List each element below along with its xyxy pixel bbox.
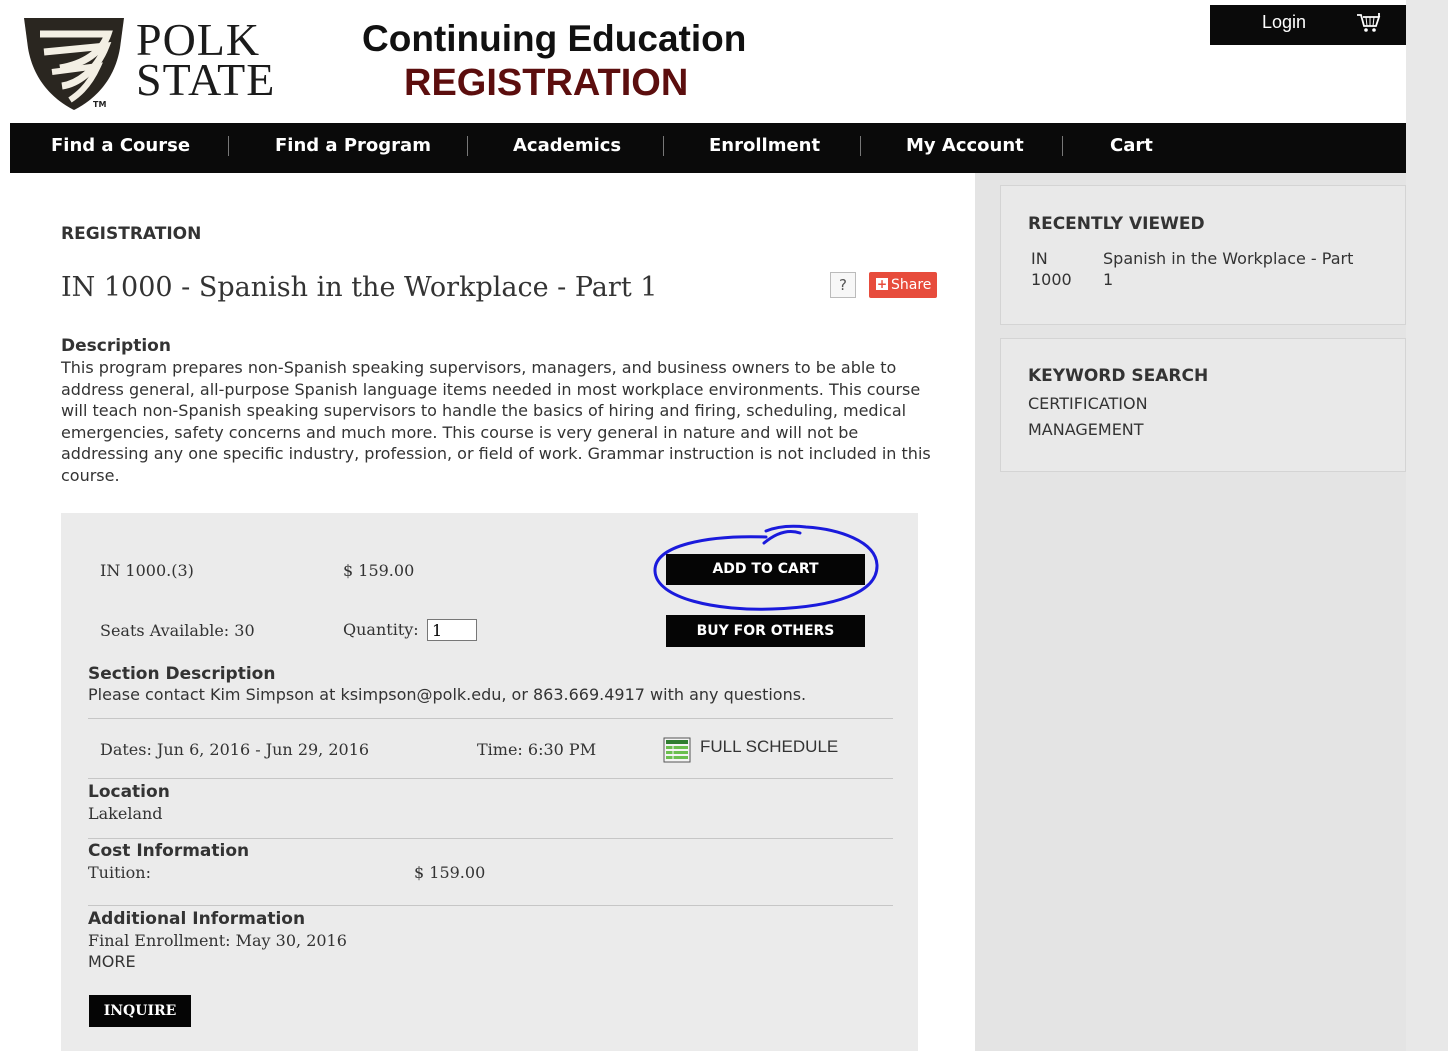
spreadsheet-icon[interactable] xyxy=(663,737,691,763)
divider xyxy=(88,838,893,839)
location-heading: Location xyxy=(88,782,170,802)
shopping-cart-icon[interactable] xyxy=(1356,12,1382,34)
nav-find-a-course[interactable]: Find a Course xyxy=(51,135,190,156)
quantity-input[interactable] xyxy=(427,619,477,641)
section-description-heading: Section Description xyxy=(88,664,276,684)
nav-academics[interactable]: Academics xyxy=(513,135,621,156)
keyword-link-management[interactable]: MANAGEMENT xyxy=(1028,420,1144,439)
share-label: Share xyxy=(891,277,932,293)
recent-item-title[interactable]: Spanish in the Workplace - Part 1 xyxy=(1103,248,1353,290)
divider xyxy=(88,905,893,906)
hand-drawn-circle-annotation xyxy=(648,515,884,615)
additional-information-heading: Additional Information xyxy=(88,909,306,929)
recent-item-title-line-2: 1 xyxy=(1103,270,1114,289)
site-subtitle: REGISTRATION xyxy=(404,62,689,104)
polk-state-logo-mark[interactable] xyxy=(22,14,126,112)
recent-item-code-line-1: IN xyxy=(1031,249,1048,268)
nav-cart[interactable]: Cart xyxy=(1110,135,1153,156)
more-link[interactable]: MORE xyxy=(88,952,136,971)
section-price: $ 159.00 xyxy=(343,561,415,580)
inquire-button[interactable]: INQUIRE xyxy=(89,995,191,1027)
nav-enrollment[interactable]: Enrollment xyxy=(709,135,820,156)
description-text: This program prepares non-Spanish speaki… xyxy=(61,358,931,485)
buy-for-others-button[interactable]: BUY FOR OTHERS xyxy=(666,615,865,647)
site-title: Continuing Education xyxy=(362,18,747,59)
registration-heading: REGISTRATION xyxy=(61,224,202,244)
final-enrollment-date: Final Enrollment: May 30, 2016 xyxy=(88,931,347,950)
nav-my-account[interactable]: My Account xyxy=(906,135,1024,156)
logo-trademark: TM xyxy=(93,100,107,109)
full-schedule-link[interactable]: FULL SCHEDULE xyxy=(700,737,838,757)
location-value: Lakeland xyxy=(88,804,163,823)
recently-viewed-heading: RECENTLY VIEWED xyxy=(1028,214,1205,234)
tuition-value: $ 159.00 xyxy=(414,863,486,882)
section-description-text: Please contact Kim Simpson at ksimpson@p… xyxy=(88,685,807,704)
divider xyxy=(88,718,893,719)
logo-wordmark: POLK STATE xyxy=(136,17,276,105)
nav-separator xyxy=(1062,136,1063,156)
recent-item-title-line-1: Spanish in the Workplace - Part xyxy=(1103,249,1354,268)
page-right-margin xyxy=(1406,0,1448,1051)
share-plus-icon: + xyxy=(876,277,888,291)
course-title: IN 1000 - Spanish in the Workplace - Par… xyxy=(61,272,658,303)
help-button[interactable]: ? xyxy=(830,272,856,298)
cost-information-heading: Cost Information xyxy=(88,841,250,861)
keyword-link-certification[interactable]: CERTIFICATION xyxy=(1028,394,1148,413)
nav-separator xyxy=(467,136,468,156)
section-dates: Dates: Jun 6, 2016 - Jun 29, 2016 xyxy=(100,740,370,759)
divider xyxy=(88,778,893,779)
seats-available: Seats Available: 30 xyxy=(100,621,255,640)
nav-separator xyxy=(860,136,861,156)
nav-find-a-program[interactable]: Find a Program xyxy=(275,135,431,156)
recent-item-code[interactable]: IN 1000 xyxy=(1031,248,1072,290)
login-link[interactable]: Login xyxy=(1262,12,1306,33)
keyword-search-heading: KEYWORD SEARCH xyxy=(1028,366,1209,386)
tuition-label: Tuition: xyxy=(88,863,151,882)
section-time: Time: 6:30 PM xyxy=(477,740,597,759)
nav-separator xyxy=(663,136,664,156)
section-code: IN 1000.(3) xyxy=(100,561,194,580)
recent-item-code-line-2: 1000 xyxy=(1031,270,1072,289)
description-heading: Description xyxy=(61,336,171,356)
main-nav xyxy=(10,123,1406,173)
quantity-label: Quantity: xyxy=(343,620,419,639)
nav-separator xyxy=(228,136,229,156)
logo-line-2: STATE xyxy=(136,54,276,105)
